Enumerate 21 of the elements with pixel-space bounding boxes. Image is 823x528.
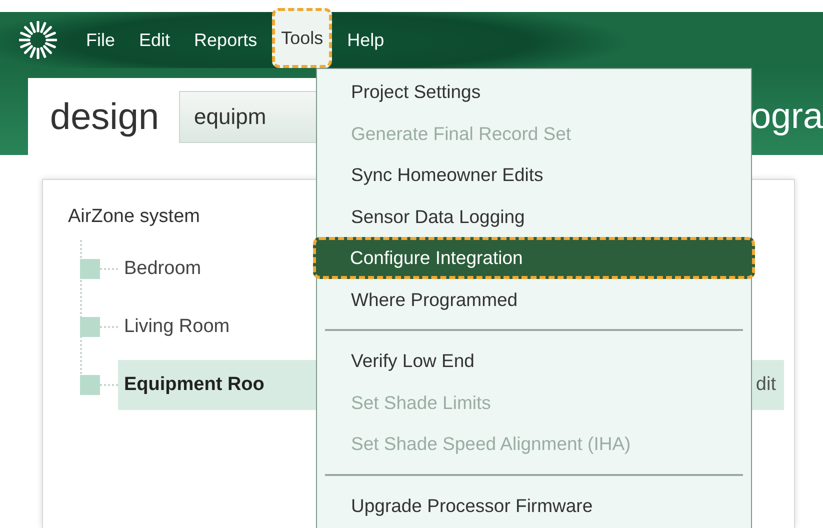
menu-item[interactable]: Where Programmed — [317, 278, 751, 320]
menu-item[interactable]: Upgrade Processor Firmware — [317, 484, 751, 526]
node-icon — [80, 375, 100, 395]
tree-item-label: Living Room — [124, 316, 230, 338]
tree-root-label: AirZone system — [68, 206, 200, 228]
menu-bar-item[interactable]: Edit — [130, 12, 180, 68]
programming-tab[interactable]: ogra — [750, 94, 823, 136]
menu-bar-item[interactable]: Reports — [185, 12, 266, 68]
page-title: design — [50, 96, 160, 138]
tree-item-label: Equipment Roo — [124, 374, 264, 396]
menu-item[interactable]: Configure Integration — [313, 237, 755, 278]
node-icon — [80, 259, 100, 279]
menu-bar-item[interactable]: Help — [338, 12, 394, 68]
menu-item[interactable]: Verify Low End — [317, 340, 751, 382]
menu-item[interactable]: Sync Homeowner Edits — [317, 154, 751, 196]
menu-item[interactable]: Sensor Data Logging — [317, 196, 751, 237]
menu-bar-item[interactable]: File — [77, 12, 124, 68]
logo-icon — [19, 21, 57, 59]
node-icon — [80, 317, 100, 337]
menu-bar-item[interactable]: Tools — [272, 8, 332, 68]
edit-link[interactable]: dit — [756, 374, 776, 396]
